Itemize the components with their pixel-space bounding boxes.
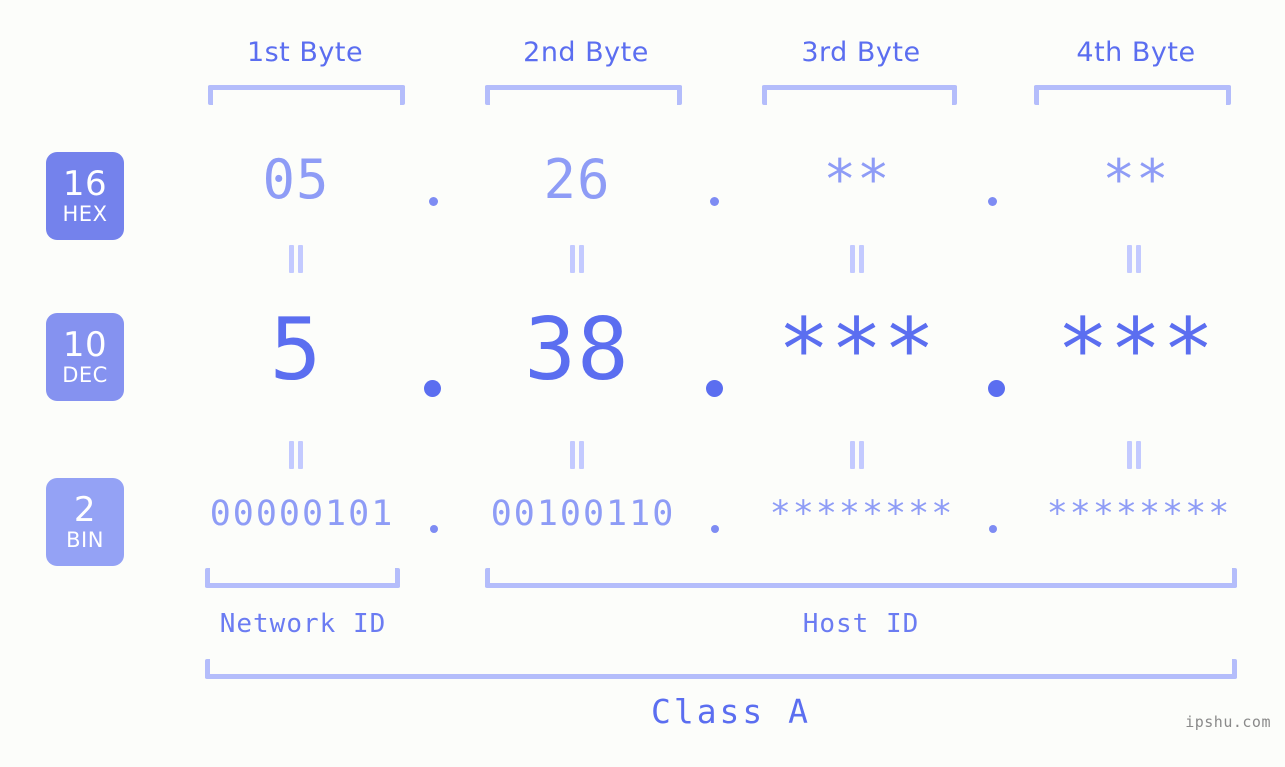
bin-byte-4: ******** [1046, 494, 1232, 534]
host-id-bracket [485, 568, 1237, 588]
byte-header-1: 1st Byte [246, 37, 364, 68]
hex-separator-2 [710, 197, 719, 206]
base-badge-dec-label: DEC [62, 363, 108, 387]
byte-bracket-3 [762, 85, 957, 105]
network-id-label: Network ID [219, 609, 387, 639]
base-badge-bin-number: 2 [73, 490, 97, 530]
dec-byte-3: *** [777, 300, 937, 400]
equals-sign-dec-bin-3 [849, 441, 865, 469]
bin-separator-1 [430, 525, 438, 533]
site-watermark: ipshu.com [1185, 713, 1271, 731]
bin-separator-3 [989, 525, 997, 533]
bin-byte-1: 00000101 [209, 494, 395, 534]
byte-header-4: 4th Byte [1076, 37, 1196, 68]
base-badge-bin-label: BIN [66, 528, 104, 552]
network-id-bracket [205, 568, 400, 588]
dec-byte-1: 5 [269, 300, 323, 400]
class-bracket [205, 659, 1237, 679]
equals-sign-dec-bin-4 [1126, 441, 1142, 469]
dec-separator-3 [988, 380, 1005, 397]
bin-separator-2 [711, 525, 719, 533]
ip-address-breakdown-diagram: 1st Byte 2nd Byte 3rd Byte 4th Byte 16 H… [0, 0, 1285, 767]
dec-byte-2: 38 [524, 300, 630, 400]
host-id-label: Host ID [802, 609, 920, 639]
equals-sign-hex-dec-2 [569, 245, 585, 273]
hex-byte-2: 26 [543, 148, 611, 211]
hex-separator-1 [429, 197, 438, 206]
equals-sign-hex-dec-4 [1126, 245, 1142, 273]
base-badge-hex: 16 HEX [46, 152, 124, 240]
dec-byte-4: *** [1056, 300, 1216, 400]
hex-byte-3: ** [823, 148, 891, 211]
base-badge-dec-number: 10 [62, 325, 108, 365]
hex-byte-4: ** [1102, 148, 1170, 211]
equals-sign-hex-dec-3 [849, 245, 865, 273]
byte-header-2: 2nd Byte [523, 37, 649, 68]
class-label: Class A [650, 692, 812, 731]
dec-separator-1 [424, 380, 441, 397]
equals-sign-dec-bin-1 [288, 441, 304, 469]
base-badge-hex-number: 16 [62, 164, 108, 204]
bin-byte-2: 00100110 [490, 494, 676, 534]
base-badge-bin: 2 BIN [46, 478, 124, 566]
hex-byte-1: 05 [262, 148, 330, 211]
bin-byte-3: ******** [769, 494, 955, 534]
byte-bracket-1 [208, 85, 405, 105]
byte-bracket-4 [1034, 85, 1231, 105]
equals-sign-hex-dec-1 [288, 245, 304, 273]
byte-header-3: 3rd Byte [801, 37, 921, 68]
byte-bracket-2 [485, 85, 682, 105]
hex-separator-3 [988, 197, 997, 206]
equals-sign-dec-bin-2 [569, 441, 585, 469]
base-badge-dec: 10 DEC [46, 313, 124, 401]
base-badge-hex-label: HEX [62, 202, 108, 226]
dec-separator-2 [706, 380, 723, 397]
